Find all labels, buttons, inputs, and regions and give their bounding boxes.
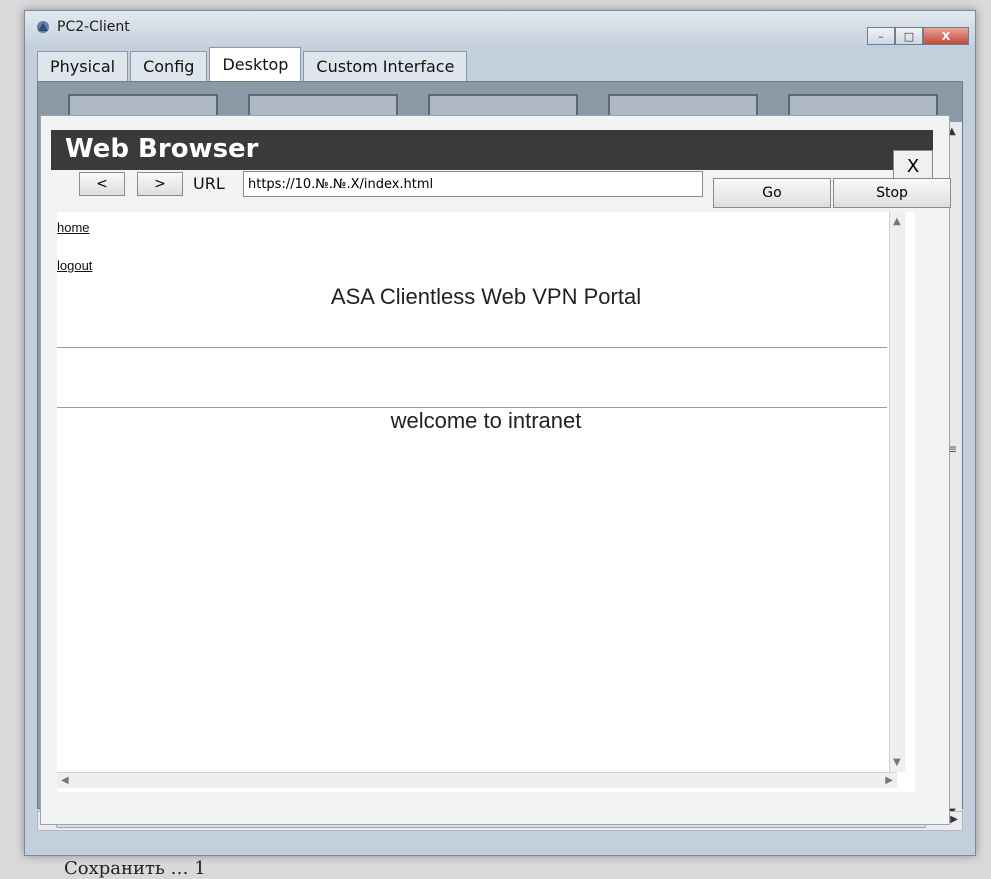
caption-text: Сохранить … 1 xyxy=(64,858,206,879)
back-button[interactable]: < xyxy=(79,172,125,196)
url-label: URL xyxy=(193,174,225,193)
scroll-down-arrow-icon[interactable]: ▼ xyxy=(893,757,901,768)
maximize-button[interactable]: □ xyxy=(895,27,923,45)
home-link[interactable]: home xyxy=(57,220,90,235)
tab-custom-interface[interactable]: Custom Interface xyxy=(303,51,468,81)
web-browser-panel: Web Browser X < > URL https://10.№.№.X/i… xyxy=(40,115,951,825)
page-content: home logout ASA Clientless Web VPN Porta… xyxy=(57,212,915,792)
tab-physical[interactable]: Physical xyxy=(37,51,129,81)
close-window-button[interactable]: X xyxy=(923,27,969,45)
tab-config[interactable]: Config xyxy=(130,51,208,81)
tab-desktop[interactable]: Desktop xyxy=(209,47,302,81)
portal-title: ASA Clientless Web VPN Portal xyxy=(330,284,642,309)
browser-title: Web Browser xyxy=(65,134,259,164)
window-titlebar[interactable]: PC2-Client – □ X xyxy=(25,11,975,45)
forward-button[interactable]: > xyxy=(137,172,183,196)
window-controls: – □ X xyxy=(867,27,969,45)
tab-bar: Physical Config Desktop Custom Interface xyxy=(37,47,469,81)
page-horizontal-scrollbar[interactable]: ◀ ▶ xyxy=(57,772,897,788)
app-icon xyxy=(37,21,49,33)
go-button[interactable]: Go xyxy=(713,178,831,208)
scroll-left-arrow-icon[interactable]: ◀ xyxy=(61,775,69,786)
stop-button[interactable]: Stop xyxy=(833,178,951,208)
welcome-text: welcome to intranet xyxy=(390,408,582,433)
url-input[interactable]: https://10.№.№.X/index.html xyxy=(243,171,703,197)
divider xyxy=(57,347,887,348)
scroll-right-arrow-icon[interactable]: ▶ xyxy=(950,814,958,825)
browser-titlebar: Web Browser xyxy=(51,130,933,170)
scroll-up-arrow-icon[interactable]: ▲ xyxy=(893,216,901,227)
scroll-right-arrow-icon[interactable]: ▶ xyxy=(885,775,893,786)
logout-link[interactable]: logout xyxy=(57,258,92,273)
page-vertical-scrollbar[interactable]: ▲ ▼ xyxy=(889,212,905,772)
window-title: PC2-Client xyxy=(57,19,130,35)
minimize-button[interactable]: – xyxy=(867,27,895,45)
